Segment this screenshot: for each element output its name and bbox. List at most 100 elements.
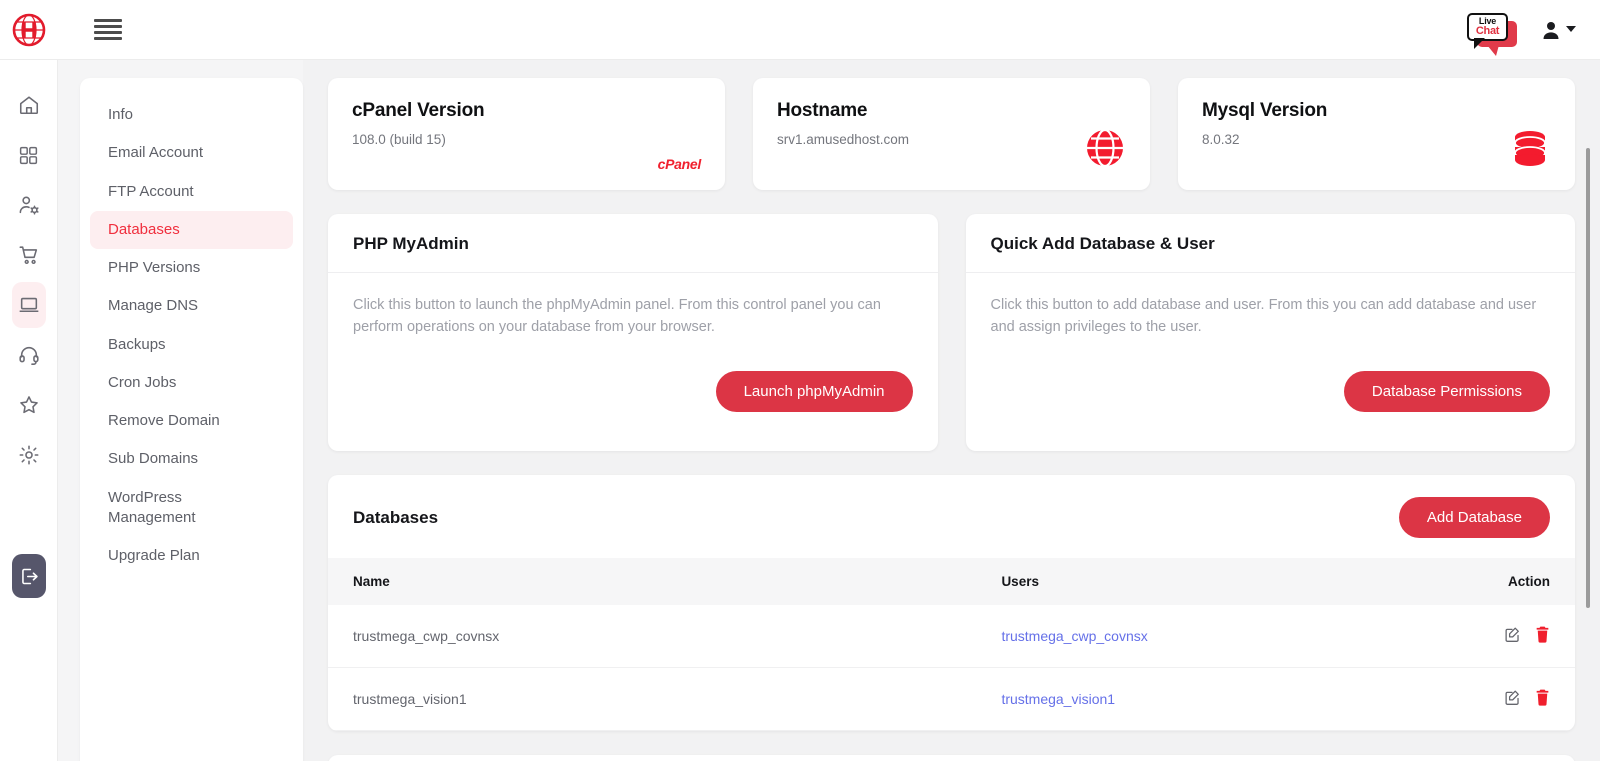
sidebar-item-remove-domain[interactable]: Remove Domain: [90, 402, 293, 440]
headset-support-icon[interactable]: [12, 332, 46, 378]
icon-rail: [0, 60, 58, 761]
sidebar-item-label: Cron Jobs: [108, 373, 177, 391]
database-permissions-button[interactable]: Database Permissions: [1343, 370, 1550, 412]
table-header-row: Name Users Action: [328, 558, 1575, 605]
user-avatar-icon: [1543, 21, 1559, 39]
sidebar-item-label: Info: [108, 106, 134, 123]
chevron-down-icon: [1566, 26, 1576, 32]
sidebar-item-label: Remove Domain: [108, 412, 220, 429]
stat-value: 8.0.32: [1202, 132, 1240, 147]
stat-card-mysql-version: Mysql Version 8.0.32: [1178, 78, 1575, 190]
live-chat-line2: Chat: [1475, 24, 1500, 37]
sidebar-item-label: Manage DNS: [108, 297, 199, 315]
live-chat-bubble: Live Chat: [1467, 12, 1508, 49]
star-icon[interactable]: [12, 382, 46, 428]
sidebar-item-wordpress-management[interactable]: WordPress Management: [90, 479, 215, 538]
sidebar-item-backups[interactable]: Backups: [90, 326, 293, 364]
sidebar-item-manage-dns[interactable]: Manage DNS: [90, 287, 293, 325]
panel-title: PHP MyAdmin: [353, 234, 469, 253]
cell-database-users: trustmega_cwp_covnsx: [976, 605, 1401, 668]
databases-header: Databases Add Database: [328, 475, 1575, 558]
sidebar-item-sub-domains[interactable]: Sub Domains: [90, 440, 293, 478]
databases-table: Name Users Action trustmega_cwp_covnsx t…: [328, 558, 1575, 731]
sidebar-item-email-account[interactable]: Email Account: [90, 134, 293, 172]
panel-header: Quick Add Database & User: [965, 214, 1575, 273]
sidebar-item-label: Sub Domains: [108, 450, 199, 468]
apps-grid-icon[interactable]: [12, 132, 46, 178]
launch-phpmyadmin-button[interactable]: Launch phpMyAdmin: [715, 370, 913, 412]
stats-row: cPanel Version 108.0 (build 15) cPanel H…: [328, 78, 1575, 190]
cpanel-logo-text: cPanel: [657, 156, 702, 172]
sidebar-item-info[interactable]: Info: [90, 96, 293, 134]
panel-actions: Launch phpMyAdmin: [353, 370, 913, 412]
stat-card-cpanel-version: cPanel Version 108.0 (build 15) cPanel: [328, 78, 725, 190]
sidebar-item-label: FTP Account: [108, 182, 194, 200]
top-bar: Live Chat: [0, 0, 1600, 60]
cell-actions: [1400, 667, 1575, 731]
trash-icon[interactable]: [1535, 689, 1550, 706]
table-row: trustmega_cwp_covnsx trustmega_cwp_covns…: [328, 605, 1575, 668]
stat-title: Mysql Version: [1202, 100, 1328, 121]
panel-php-myadmin: PHP MyAdmin Click this button to launch …: [328, 214, 938, 451]
side-nav: Info Email Account FTP Account Databases…: [58, 60, 303, 761]
globe-icon: [1084, 127, 1126, 174]
next-card-partial: [328, 755, 1575, 761]
table-body: trustmega_cwp_covnsx trustmega_cwp_covns…: [328, 605, 1575, 731]
panel-description: Click this button to launch the phpMyAdm…: [353, 297, 881, 335]
sidebar-item-php-versions[interactable]: PHP Versions: [90, 249, 293, 287]
panel-body: Click this button to add database and us…: [966, 273, 1576, 432]
cell-actions: [1400, 605, 1575, 668]
cpanel-logo-icon: cPanel: [657, 156, 702, 174]
shopping-cart-icon[interactable]: [12, 232, 46, 278]
laptop-icon[interactable]: [11, 282, 46, 328]
home-icon[interactable]: [12, 82, 46, 128]
databases-card: Databases Add Database Name Users Action…: [328, 475, 1575, 731]
hamburger-menu-icon[interactable]: [94, 19, 122, 40]
logout-icon[interactable]: [12, 554, 46, 598]
panel-description: Click this button to add database and us…: [990, 297, 1537, 335]
main-content: cPanel Version 108.0 (build 15) cPanel H…: [303, 60, 1600, 761]
page-title: Databases: [353, 507, 439, 527]
page-scrollbar[interactable]: [1585, 60, 1591, 761]
panel-actions: Database Permissions: [991, 370, 1550, 412]
column-header-users: Users: [1001, 574, 1039, 589]
topbar-right-group: Live Chat: [1461, 7, 1600, 56]
hamburger-line: [94, 25, 122, 28]
stat-title: cPanel Version: [352, 100, 485, 121]
user-settings-icon[interactable]: [12, 182, 46, 228]
cell-database-name: trustmega_cwp_covnsx: [328, 605, 977, 668]
sidebar-item-label: Email Account: [108, 144, 204, 162]
sidebar-item-label: Upgrade Plan: [108, 547, 200, 564]
hamburger-line: [94, 31, 122, 34]
column-header-name: Name: [353, 574, 390, 589]
sidebar-item-cron-jobs[interactable]: Cron Jobs: [90, 364, 293, 402]
sidebar-item-databases[interactable]: Databases: [90, 210, 293, 249]
cell-database-users: trustmega_vision1: [976, 667, 1401, 731]
column-header-action: Action: [1508, 574, 1550, 589]
add-database-button[interactable]: Add Database: [1398, 497, 1550, 538]
stat-value: srv1.amusedhost.com: [777, 132, 910, 147]
sidebar-item-label: Backups: [108, 335, 166, 353]
edit-icon[interactable]: [1504, 689, 1521, 706]
globe-h-logo-icon[interactable]: [0, 13, 58, 47]
panel-quick-add-database-user: Quick Add Database & User Click this but…: [965, 214, 1576, 451]
sidebar-item-label: PHP Versions: [108, 259, 201, 276]
scrollbar-thumb[interactable]: [1586, 148, 1590, 608]
sidebar-item-label: WordPress Management: [108, 488, 196, 526]
stat-card-hostname: Hostname srv1.amusedhost.com: [753, 78, 1150, 190]
database-stack-icon: [1509, 129, 1551, 174]
trash-icon[interactable]: [1535, 626, 1550, 643]
sidebar-item-ftp-account[interactable]: FTP Account: [90, 173, 293, 211]
database-user-link[interactable]: trustmega_cwp_covnsx: [1001, 628, 1147, 644]
stat-title: Hostname: [777, 100, 868, 121]
live-chat-icon[interactable]: Live Chat: [1461, 7, 1519, 56]
stat-value: 108.0 (build 15): [352, 132, 446, 147]
panels-row: PHP MyAdmin Click this button to launch …: [328, 214, 1575, 451]
sidebar-item-label: Databases: [108, 220, 180, 238]
database-user-link[interactable]: trustmega_vision1: [1001, 691, 1115, 707]
sidebar-item-upgrade-plan[interactable]: Upgrade Plan: [90, 537, 293, 575]
gear-icon[interactable]: [12, 432, 46, 478]
edit-icon[interactable]: [1504, 626, 1521, 643]
hamburger-line: [94, 37, 122, 40]
user-menu[interactable]: [1541, 20, 1576, 40]
